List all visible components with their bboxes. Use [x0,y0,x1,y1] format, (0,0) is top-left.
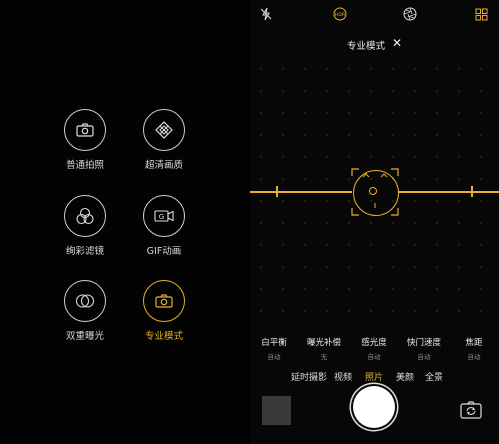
param-label: 感光度 [361,338,387,348]
param-value: 自动 [367,353,381,361]
double-exposure-icon [64,280,106,322]
tab-video[interactable]: 视频 [334,370,352,383]
mode-super-quality[interactable]: 超清画质 [124,109,204,171]
mode-label: 普通拍照 [65,160,104,171]
param-iso[interactable]: 感光度 自动 [348,336,400,361]
level-line-left [250,191,352,193]
param-value: 自动 [467,353,481,361]
focus-point [369,187,377,195]
pro-camera-icon [143,280,185,322]
param-label: 白平衡 [261,338,287,348]
mode-color-filter[interactable]: 绚彩滤镜 [45,195,125,257]
mode-label: GIF动画 [146,246,182,257]
mode-picker-panel: 普通拍照 超清画质 绚彩滤镜 G GIF动画 双重曝光 专业模式 [0,0,248,444]
param-label: 快门速度 [406,338,441,348]
mode-double-exposure[interactable]: 双重曝光 [45,280,125,342]
gallery-thumbnail[interactable] [262,396,291,425]
pro-mode-title: 专业模式 [347,41,386,52]
mode-label: 专业模式 [144,331,183,342]
mode-label: 双重曝光 [65,331,104,342]
param-label: 焦距 [465,338,483,348]
tab-timelapse[interactable]: 延时摄影 [291,370,327,383]
camera-icon [64,109,106,151]
param-focus[interactable]: 焦距 自动 [448,336,499,361]
diamond-icon [143,109,185,151]
param-value: 自动 [417,353,431,361]
param-white-balance[interactable]: 白平衡 自动 [250,336,300,361]
level-line-right [398,191,499,193]
hdr-icon[interactable]: HDR [332,6,348,22]
hdr-text: HDR [335,12,346,18]
tab-panorama[interactable]: 全景 [425,370,443,383]
aperture-icon[interactable] [402,6,418,22]
tab-photo[interactable]: 照片 [365,370,383,383]
close-icon[interactable]: ✕ [392,36,402,50]
mode-normal-photo[interactable]: 普通拍照 [45,109,125,171]
flash-off-icon[interactable] [258,6,274,22]
level-tick [471,186,473,197]
tab-beauty[interactable]: 美颜 [396,370,414,383]
mode-pro[interactable]: 专业模式 [124,280,204,342]
pro-camera-panel: HDR 专业模式 ✕ 白平衡 自动 曝光补偿 无 感光度 自动 快门速度 自动 … [250,0,499,444]
param-value: 无 [320,353,328,361]
mode-label: 绚彩滤镜 [65,246,104,257]
param-value: 自动 [267,353,281,361]
param-label: 曝光补偿 [306,338,341,348]
gif-icon: G [143,195,185,237]
svg-text:G: G [159,213,164,221]
switch-camera-icon[interactable] [460,400,482,420]
param-shutter-speed[interactable]: 快门速度 自动 [398,336,450,361]
mode-label: 超清画质 [144,160,183,171]
grid-icon[interactable] [473,6,489,22]
color-filter-icon [64,195,106,237]
shutter-button[interactable] [353,386,395,428]
mode-gif[interactable]: G GIF动画 [124,195,204,257]
param-exposure-compensation[interactable]: 曝光补偿 无 [298,336,350,361]
level-tick [276,186,278,197]
